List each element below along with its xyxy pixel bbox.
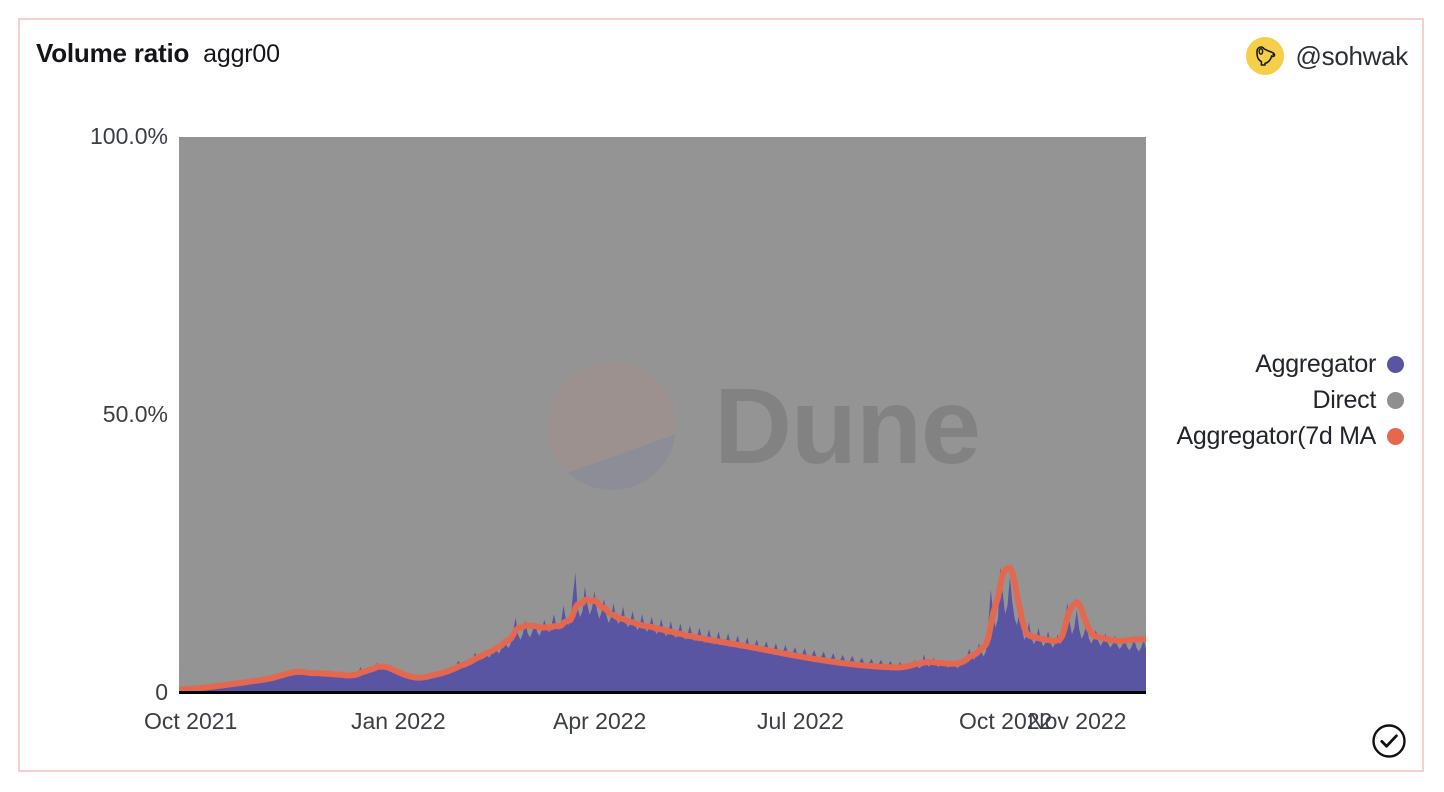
chart-series-svg (179, 137, 1146, 692)
y-tick-label: 50.0% (102, 401, 168, 427)
chart-subtitle: aggr00 (203, 40, 280, 68)
legend-item-aggregator-7d-ma[interactable]: Aggregator(7d MA (1177, 422, 1404, 451)
legend-label: Aggregator (1255, 350, 1376, 378)
x-tick-label: Nov 2022 (1028, 708, 1127, 734)
y-tick-label: 0 (155, 679, 168, 705)
x-axis-line (179, 691, 1146, 694)
x-axis: Oct 2021 Jan 2022 Apr 2022 Jul 2022 Oct … (20, 708, 1422, 742)
legend-color-dot (1387, 428, 1404, 445)
chart-header: Volume ratio aggr00 @sohwak (20, 20, 1422, 92)
chart-plot-area[interactable]: Dune (179, 137, 1146, 692)
x-tick-label: Jan 2022 (351, 708, 446, 734)
legend-color-dot (1387, 356, 1404, 373)
legend-item-aggregator[interactable]: Aggregator (1255, 350, 1404, 379)
author-handle: @sohwak (1295, 40, 1409, 71)
x-tick-label: Apr 2022 (553, 708, 647, 734)
legend-label: Aggregator(7d MA (1176, 422, 1377, 450)
legend-item-direct[interactable]: Direct (1313, 386, 1404, 415)
chart-card: Volume ratio aggr00 @sohwak 100.0% 50.0%… (18, 18, 1424, 772)
author-block[interactable]: @sohwak (1245, 37, 1409, 75)
x-tick-label: Jul 2022 (757, 708, 844, 734)
y-tick-label: 100.0% (89, 123, 168, 149)
check-circle-icon[interactable] (1370, 722, 1408, 760)
x-tick-label: Oct 2021 (144, 708, 238, 734)
dog-head-icon (1245, 37, 1284, 75)
chart-legend: Aggregator Direct Aggregator(7d MA (1177, 350, 1404, 451)
legend-color-dot (1387, 392, 1404, 409)
legend-label: Direct (1312, 386, 1377, 414)
y-axis: 100.0% 50.0% 0 (20, 20, 168, 770)
